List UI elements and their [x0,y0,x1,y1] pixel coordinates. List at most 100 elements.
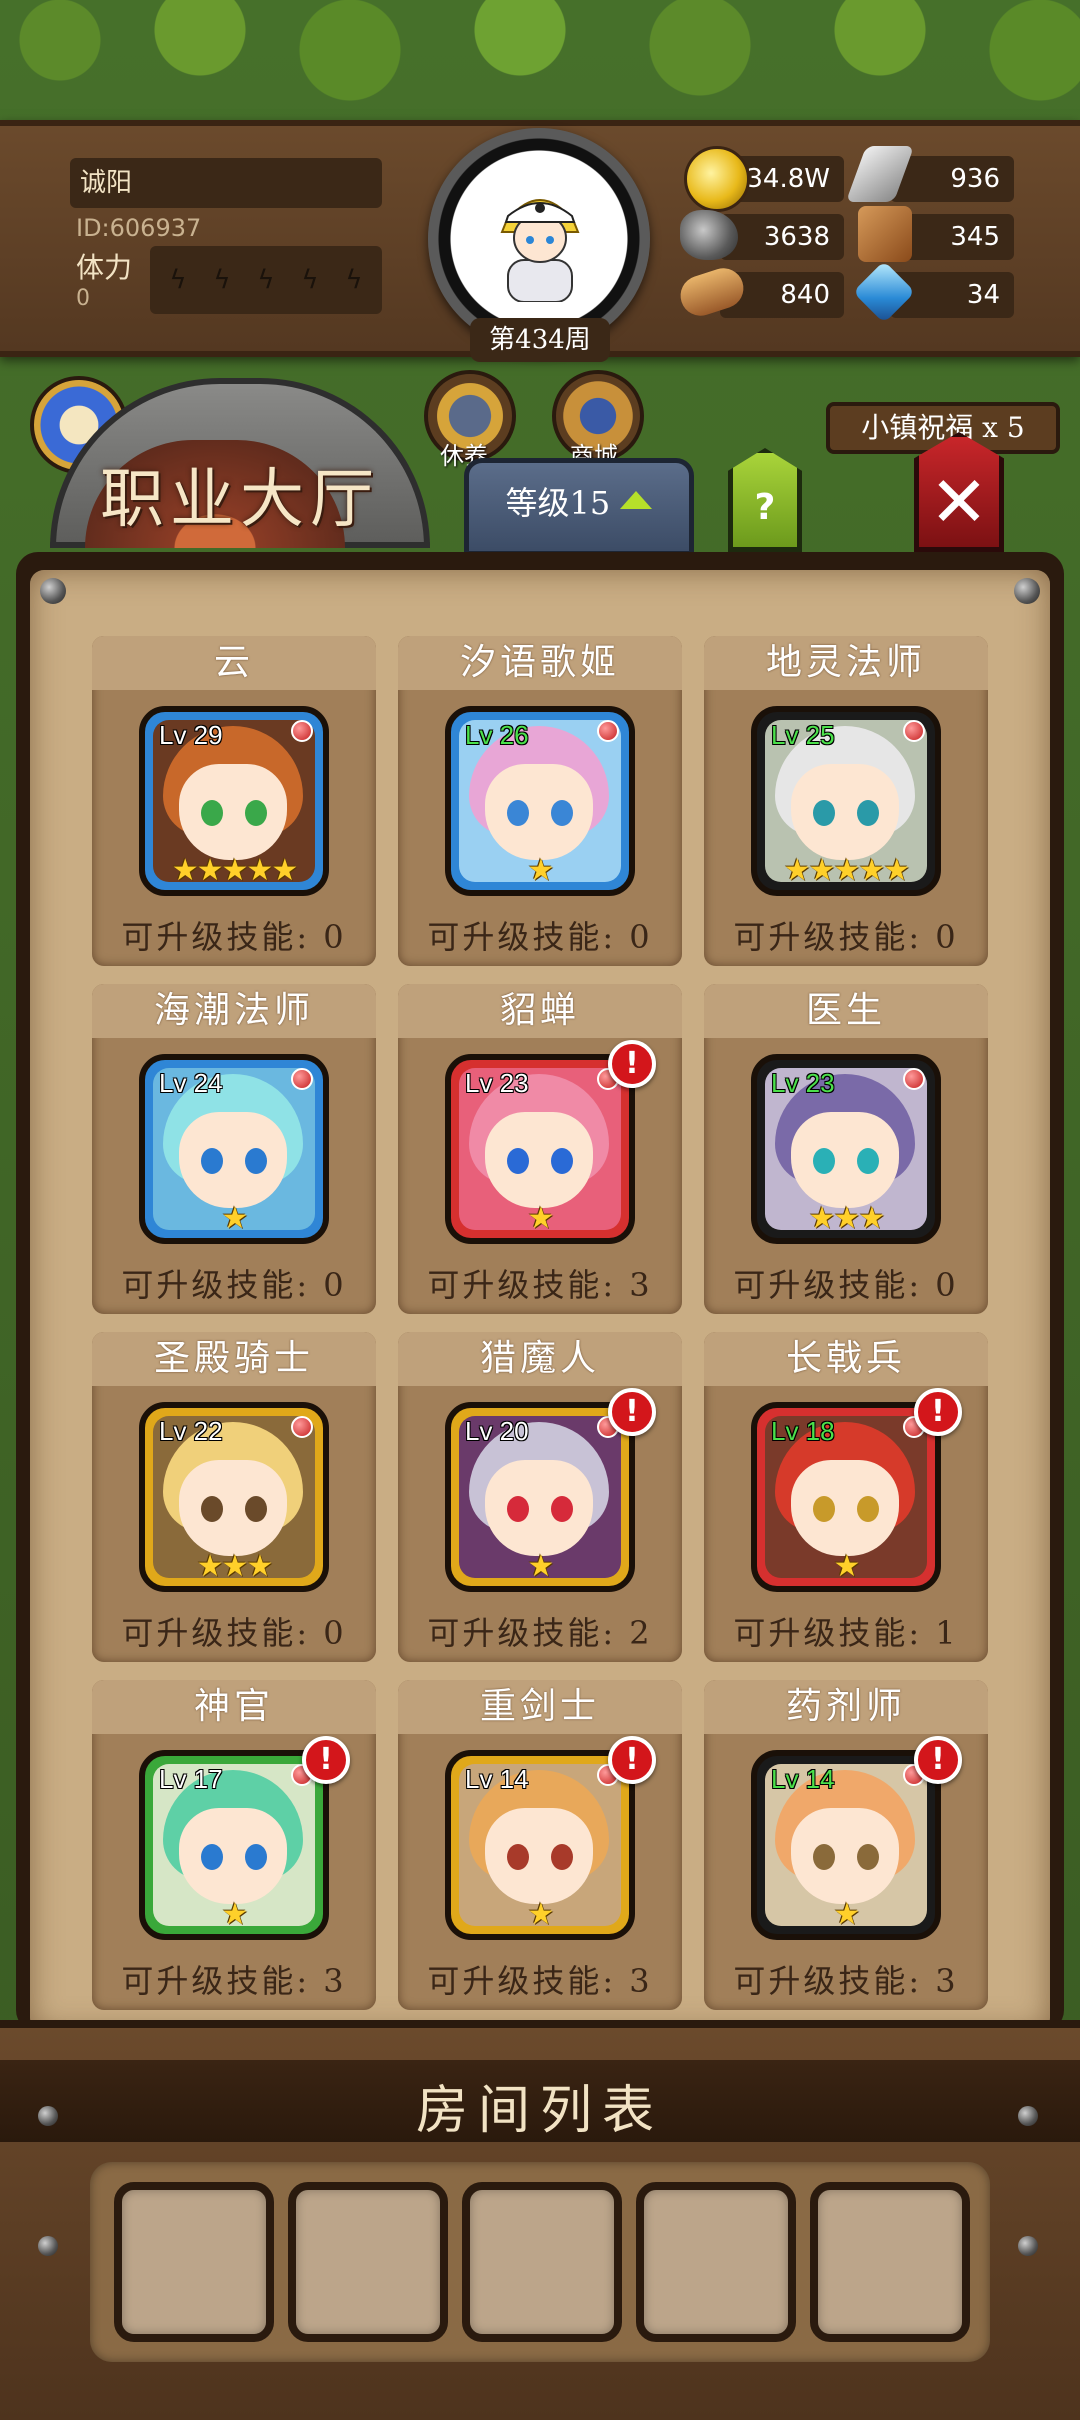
job-portrait[interactable]: Lv 20 ★ [445,1402,635,1592]
upgradable-skills: 可升级技能: 0 [121,918,347,956]
job-portrait[interactable]: Lv 23 ★ [445,1054,635,1244]
job-card[interactable]: 猎魔人 Lv 20 ★ 可升级技能: 2! [398,1332,682,1662]
character-face [485,1460,593,1556]
job-title: 云 [92,636,376,690]
alert-badge-icon: ! [914,1736,962,1784]
job-card[interactable]: 长戟兵 Lv 18 ★ 可升级技能: 1! [704,1332,988,1662]
job-card[interactable]: 医生 Lv 23 ★★★ 可升级技能: 0 [704,984,988,1314]
upgradable-skills: 可升级技能: 1 [733,1614,959,1652]
gem-icon [597,720,619,742]
character-face [485,1112,593,1208]
job-title: 貂蝉 [398,984,682,1038]
gem-icon [291,1416,313,1438]
alert-badge-icon: ! [608,1040,656,1088]
star-rating: ★ [527,1897,555,1932]
upgradable-skills: 可升级技能: 3 [427,1962,653,2000]
job-card[interactable]: 汐语歌姬 Lv 26 ★ 可升级技能: 0 [398,636,682,966]
level-tab[interactable]: 等级15 [464,458,694,556]
upgradable-skills: 可升级技能: 0 [427,918,653,956]
job-portrait[interactable]: Lv 17 ★ [139,1750,329,1940]
job-portrait[interactable]: Lv 14 ★ [751,1750,941,1940]
character-face [791,764,899,860]
alert-badge-icon: ! [302,1736,350,1784]
star-rating: ★ [833,1549,861,1584]
job-portrait[interactable]: Lv 29 ★★★★★ [139,706,329,896]
upgradable-skills: 可升级技能: 3 [733,1962,959,2000]
job-title: 重剑士 [398,1680,682,1734]
job-portrait[interactable]: Lv 26 ★ [445,706,635,896]
rivet-icon [1018,2236,1038,2256]
job-portrait[interactable]: Lv 22 ★★★ [139,1402,329,1592]
character-eye [813,1148,835,1174]
alert-badge-icon: ! [914,1388,962,1436]
character-eye [551,1844,573,1870]
job-card[interactable]: 貂蝉 Lv 23 ★ 可升级技能: 3! [398,984,682,1314]
character-eye [551,1148,573,1174]
job-level: Lv 22 [159,1416,223,1446]
job-card[interactable]: 神官 Lv 17 ★ 可升级技能: 3! [92,1680,376,2010]
star-rating: ★ [221,1201,249,1236]
character-face [791,1460,899,1556]
character-eye [507,800,529,826]
room-slot[interactable] [114,2182,274,2342]
star-rating: ★★★ [196,1549,274,1584]
character-eye [857,1844,879,1870]
level-label: 等级15 [505,484,611,522]
job-card[interactable]: 药剂师 Lv 14 ★ 可升级技能: 3! [704,1680,988,2010]
job-level: Lv 26 [465,720,529,750]
gem-icon [903,1068,925,1090]
stamina-bolt-icon: ϟ [301,265,319,295]
job-title: 药剂师 [704,1680,988,1734]
character-eye [813,1844,835,1870]
character-eye [813,1496,835,1522]
character-eye [507,1844,529,1870]
star-rating: ★ [527,1201,555,1236]
character-eye [507,1496,529,1522]
gold-coin-icon [684,146,750,212]
job-card[interactable]: 云 Lv 29 ★★★★★ 可升级技能: 0 [92,636,376,966]
upgradable-skills: 可升级技能: 0 [733,1266,959,1304]
character-eye [507,1148,529,1174]
character-face [179,1112,287,1208]
stamina-bolt-icon: ϟ [169,265,187,295]
job-card[interactable]: 圣殿骑士 Lv 22 ★★★ 可升级技能: 0 [92,1332,376,1662]
character-eye [201,800,223,826]
character-eye [245,800,267,826]
room-slot[interactable] [462,2182,622,2342]
room-slot[interactable] [288,2182,448,2342]
stamina-bolt-icon: ϟ [213,265,231,295]
character-eye [245,1148,267,1174]
rivet-icon [40,578,66,604]
alert-badge-icon: ! [608,1388,656,1436]
job-card[interactable]: 重剑士 Lv 14 ★ 可升级技能: 3! [398,1680,682,2010]
stamina-bar: ϟ ϟ ϟ ϟ ϟ [150,246,382,314]
room-slot[interactable] [636,2182,796,2342]
character-face [485,764,593,860]
job-level: Lv 23 [771,1068,835,1098]
job-portrait[interactable]: Lv 14 ★ [445,1750,635,1940]
character-eye [813,800,835,826]
rivet-icon [1014,578,1040,604]
character-eye [201,1496,223,1522]
job-level: Lv 17 [159,1764,223,1794]
job-card[interactable]: 地灵法师 Lv 25 ★★★★★ 可升级技能: 0 [704,636,988,966]
job-portrait[interactable]: Lv 25 ★★★★★ [751,706,941,896]
character-eye [551,1496,573,1522]
job-portrait[interactable]: Lv 24 ★ [139,1054,329,1244]
job-card[interactable]: 海潮法师 Lv 24 ★ 可升级技能: 0 [92,984,376,1314]
upgradable-skills: 可升级技能: 3 [121,1962,347,2000]
upgradable-skills: 可升级技能: 0 [121,1614,347,1652]
leather-icon [858,206,912,262]
job-portrait[interactable]: Lv 18 ★ [751,1402,941,1592]
job-portrait[interactable]: Lv 23 ★★★ [751,1054,941,1244]
room-slot[interactable] [810,2182,970,2342]
player-name: 诚阳 [70,158,382,208]
character-eye [857,1148,879,1174]
star-rating: ★★★★★ [171,853,298,888]
job-title: 神官 [92,1680,376,1734]
job-level: Lv 29 [159,720,223,750]
stone-amount: 3638 [720,214,844,260]
character-eye [551,800,573,826]
star-rating: ★★★★★ [783,853,910,888]
character-eye [245,1496,267,1522]
